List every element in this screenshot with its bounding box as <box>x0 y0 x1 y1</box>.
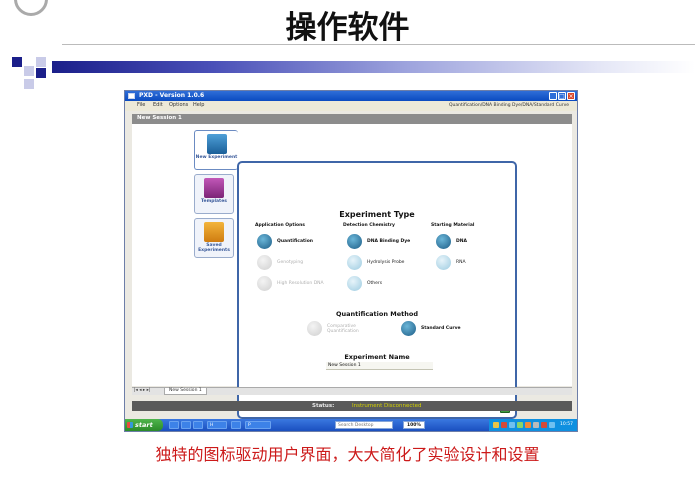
start-button[interactable]: start <box>125 419 163 431</box>
status-label: Status: <box>312 403 335 409</box>
document-tabs: |◂ ◂ ▸ ▸| New Session 1 <box>132 387 572 395</box>
experiment-setup-panel: Experiment Type Application Options Dete… <box>237 161 517 419</box>
software-screenshot: PXD - Version 1.0.6 _ □ × File Edit Opti… <box>124 90 578 432</box>
tray-icon[interactable] <box>541 422 547 428</box>
minimize-button[interactable]: _ <box>549 92 557 100</box>
quicklaunch-item[interactable] <box>193 421 203 429</box>
tab-nav-arrows-icon[interactable]: |◂ ◂ ▸ ▸| <box>134 388 150 393</box>
decorative-square <box>24 79 34 89</box>
menu-file[interactable]: File <box>137 102 145 108</box>
side-tab-label: Templates <box>201 199 227 204</box>
decorative-square <box>36 57 46 67</box>
window-titlebar[interactable]: PXD - Version 1.0.6 _ □ × <box>125 91 577 101</box>
side-tab-label: New Experiment <box>195 155 238 160</box>
quicklaunch-item[interactable] <box>181 421 191 429</box>
tray-icon[interactable] <box>533 422 539 428</box>
slide-caption: 独特的图标驱动用户界面，大大简化了实验设计和设置 <box>155 445 540 464</box>
tray-icon[interactable] <box>493 422 499 428</box>
rna-icon <box>436 255 451 270</box>
quantification-method-heading: Quantification Method <box>336 310 418 318</box>
decorative-gradient-band <box>52 61 695 73</box>
dye-icon <box>347 234 362 249</box>
menu-options[interactable]: Options <box>169 102 188 108</box>
template-icon <box>204 178 224 198</box>
probe-icon <box>347 255 362 270</box>
desktop-search-input[interactable]: Search Desktop <box>335 421 393 429</box>
start-label: start <box>135 421 153 429</box>
status-value: Instrument Disconnected <box>352 403 422 409</box>
starting-material-header: Starting Material <box>431 223 475 228</box>
experiment-name-heading: Experiment Name <box>344 353 410 361</box>
experiment-name-input[interactable]: New Session 1 <box>326 362 433 370</box>
search-folder-icon <box>204 222 224 242</box>
quicklaunch-item[interactable] <box>169 421 179 429</box>
dna-icon <box>436 234 451 249</box>
decorative-square <box>36 68 46 78</box>
experiment-type-heading: Experiment Type <box>339 210 415 219</box>
tray-icon[interactable] <box>525 422 531 428</box>
taskbar-window-item[interactable] <box>231 421 241 429</box>
workspace: New Experiment Templates Saved Experimen… <box>132 124 572 419</box>
tab-saved-experiments[interactable]: Saved Experiments <box>194 218 234 258</box>
detection-chemistry-header: Detection Chemistry <box>343 223 395 228</box>
slide-title: 操作软件 <box>285 10 410 46</box>
breadcrumb: Quantification/DNA Binding Dye/DNA/Stand… <box>448 103 569 108</box>
quantification-icon <box>257 234 272 249</box>
tab-new-experiment[interactable]: New Experiment <box>194 130 238 170</box>
decorative-square <box>24 66 34 76</box>
menu-help[interactable]: Help <box>193 102 204 108</box>
tray-icon[interactable] <box>549 422 555 428</box>
zoom-level[interactable]: 100% <box>403 421 425 429</box>
grid-icon <box>206 134 227 154</box>
session-title: New Session 1 <box>137 115 182 121</box>
genotyping-icon <box>257 255 272 270</box>
clock: 10:57 <box>560 422 573 427</box>
close-button[interactable]: × <box>567 92 575 100</box>
taskbar-window-item[interactable]: P <box>245 421 271 429</box>
system-tray: 10:57 <box>489 419 577 431</box>
tray-icon[interactable] <box>509 422 515 428</box>
window-title: PXD - Version 1.0.6 <box>139 92 205 99</box>
taskbar-window-item[interactable]: H <box>207 421 227 429</box>
standard-curve-icon <box>401 321 416 336</box>
menu-bar: File Edit Options Help Quantification/DN… <box>125 101 577 111</box>
windows-taskbar: start H P Search Desktop 100% 10:57 <box>125 419 577 431</box>
windows-logo-icon <box>127 422 133 428</box>
doc-tab-session[interactable]: New Session 1 <box>164 388 207 395</box>
session-header: New Session 1 <box>132 114 572 124</box>
decorative-square <box>12 57 22 67</box>
melt-curve-icon <box>257 276 272 291</box>
tray-icon[interactable] <box>517 422 523 428</box>
comparative-icon <box>307 321 322 336</box>
tab-templates[interactable]: Templates <box>194 174 234 214</box>
tray-icon[interactable] <box>501 422 507 428</box>
question-icon <box>347 276 362 291</box>
side-tab-label: Saved Experiments <box>198 243 230 253</box>
status-bar: Status: Instrument Disconnected <box>132 401 572 411</box>
application-options-header: Application Options <box>255 223 305 228</box>
maximize-button[interactable]: □ <box>558 92 566 100</box>
title-divider <box>62 44 695 45</box>
menu-edit[interactable]: Edit <box>153 102 163 108</box>
app-logo-icon <box>128 93 135 99</box>
